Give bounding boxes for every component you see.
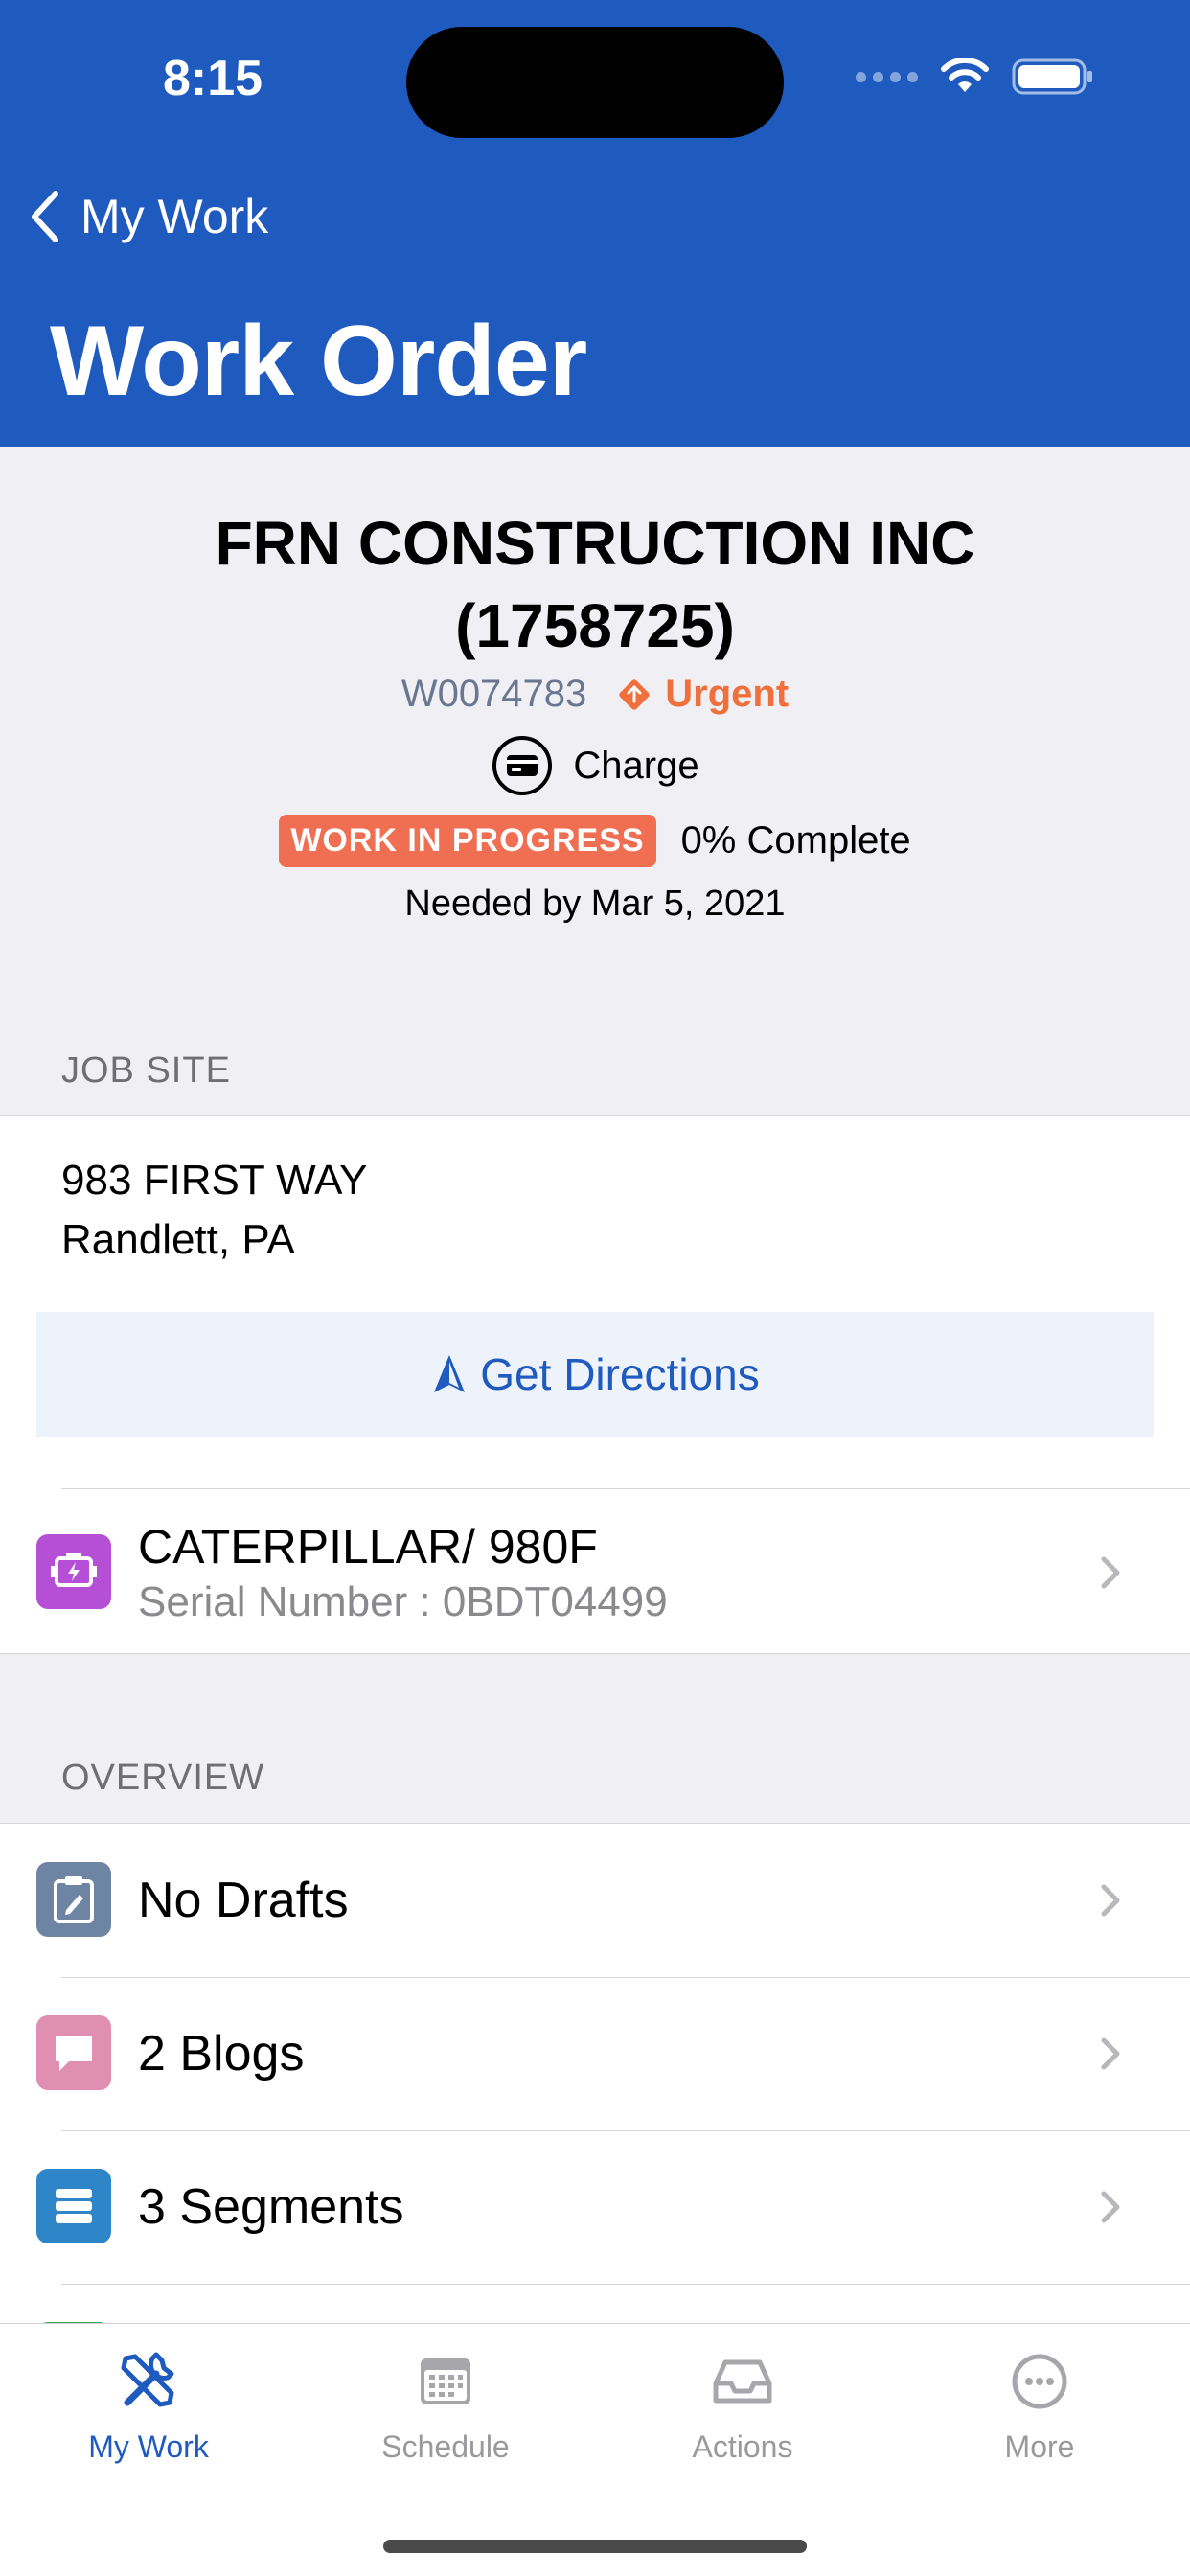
list-stack-icon [36, 2169, 111, 2243]
tab-label: More [1004, 2429, 1075, 2464]
tab-schedule[interactable]: Schedule [297, 2347, 594, 2491]
customer-id-line: (1758725) [455, 591, 735, 660]
equipment-name: CATERPILLAR/ 980F [138, 1520, 598, 1574]
chevron-left-icon [32, 191, 58, 242]
work-order-number: W0074783 [400, 673, 587, 715]
billing-label: Charge [573, 744, 699, 787]
chevron-right-icon [1101, 1556, 1120, 1589]
tab-bar: My Work Schedule Actions More [0, 2323, 1190, 2576]
status-row: WORK IN PROGRESS 0% Complete [0, 815, 1190, 867]
status-indicators [856, 58, 1094, 96]
list-item-blogs[interactable]: 2 Blogs [0, 1977, 1190, 2130]
address-line-2: Randlett, PA [61, 1216, 295, 1263]
tab-actions[interactable]: Actions [594, 2347, 891, 2491]
divider [61, 1488, 1190, 1489]
chevron-right-icon [1101, 2191, 1120, 2223]
chevron-right-icon [1101, 1884, 1120, 1917]
more-icon [1012, 2354, 1067, 2409]
status-badge: WORK IN PROGRESS [279, 815, 656, 867]
page-title: Work Order [50, 306, 587, 417]
wifi-icon [941, 58, 989, 92]
credit-card-icon [492, 736, 553, 795]
tab-label: Schedule [381, 2429, 510, 2464]
progress-text: 0% Complete [680, 819, 911, 862]
get-directions-label: Get Directions [480, 1349, 760, 1399]
priority-badge: Urgent [615, 673, 789, 716]
needed-by-date: Needed by Mar 5, 2021 [404, 884, 786, 924]
status-time: 8:15 [163, 51, 263, 106]
divider [61, 2284, 1190, 2285]
job-site-card: 983 FIRST WAY Randlett, PA Get Direction… [0, 1116, 1190, 1654]
inbox-icon [713, 2359, 772, 2404]
segments-label: 3 Segments [138, 2179, 404, 2235]
back-label: My Work [80, 190, 269, 243]
customer-name: FRN CONSTRUCTION INC (1758725) [0, 502, 1190, 667]
battery-icon [1012, 58, 1092, 95]
tools-icon [121, 2352, 174, 2407]
home-indicator [383, 2540, 807, 2553]
get-directions-button[interactable]: Get Directions [36, 1312, 1154, 1437]
chevron-right-icon [1101, 2037, 1120, 2070]
tab-more[interactable]: More [891, 2347, 1188, 2491]
list-item-drafts[interactable]: No Drafts [0, 1824, 1190, 1977]
navigation-arrow-icon [434, 1355, 466, 1392]
dynamic-island [406, 27, 784, 138]
equipment-row[interactable]: CATERPILLAR/ 980F Serial Number : 0BDT04… [0, 1490, 1190, 1655]
blogs-label: 2 Blogs [138, 2026, 305, 2082]
list-item-segments[interactable]: 3 Segments [0, 2130, 1190, 2284]
work-order-meta: W0074783 Urgent [0, 673, 1190, 716]
engine-icon [36, 1534, 111, 1609]
drafts-label: No Drafts [138, 1873, 349, 1928]
customer-name-line: FRN CONSTRUCTION INC [215, 509, 975, 578]
tab-label: Actions [692, 2429, 793, 2464]
address-line-1: 983 FIRST WAY [61, 1157, 368, 1204]
overview-header: OVERVIEW [61, 1758, 265, 1798]
equipment-serial: Serial Number : 0BDT04499 [138, 1578, 668, 1625]
clipboard-edit-icon [36, 1862, 111, 1937]
cellular-signal-icon [856, 71, 918, 82]
chat-bubble-icon [36, 2015, 111, 2090]
calendar-icon [421, 2358, 470, 2404]
urgent-diamond-icon [619, 678, 651, 710]
navigation-header: 8:15 My Work Work Order [0, 0, 1190, 447]
tab-label: My Work [88, 2429, 209, 2464]
job-site-header: JOB SITE [61, 1050, 231, 1091]
back-button[interactable]: My Work [27, 188, 268, 245]
billing-type: Charge [0, 734, 1190, 797]
tab-my-work[interactable]: My Work [0, 2347, 297, 2491]
priority-label: Urgent [665, 673, 790, 715]
overview-list: No Drafts 2 Blogs 3 Segments [0, 1823, 1190, 2323]
